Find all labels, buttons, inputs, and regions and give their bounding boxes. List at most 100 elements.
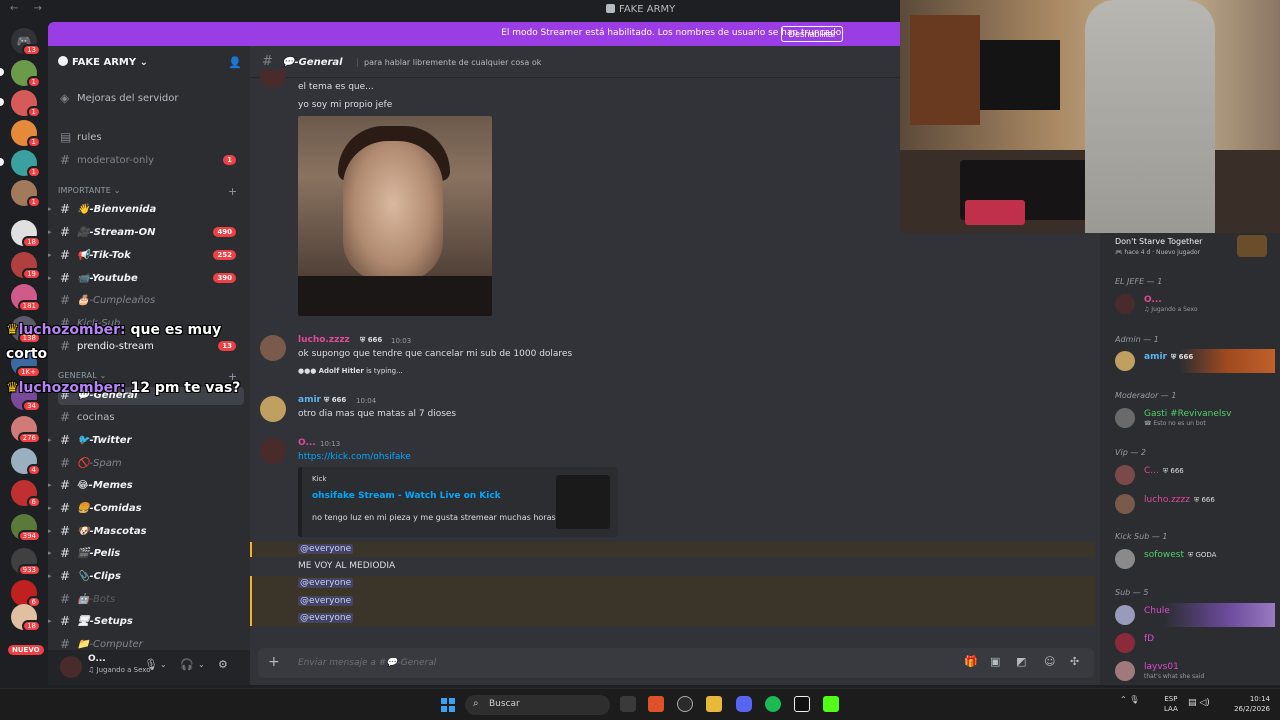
invite-people-icon[interactable]: 👤 bbox=[228, 56, 242, 69]
server-icon[interactable]: 1 bbox=[11, 120, 41, 148]
system-tray[interactable]: ⌃ 🎙 bbox=[1120, 695, 1139, 704]
server-icon[interactable]: 18 bbox=[11, 604, 41, 632]
embed-title[interactable]: ohsifake Stream - Watch Live on Kick bbox=[312, 491, 501, 501]
channel-bienvenida[interactable]: ▸ # 👋-Bienvenida bbox=[48, 201, 244, 219]
spotify-icon[interactable] bbox=[765, 696, 781, 712]
avatar[interactable] bbox=[260, 335, 286, 361]
everyone-mention[interactable]: @everyone bbox=[298, 596, 354, 606]
avatar[interactable] bbox=[260, 70, 286, 88]
server-icon[interactable]: 1 bbox=[11, 90, 41, 118]
channel-moderator-only[interactable]: # moderator-only 1 bbox=[58, 152, 244, 170]
member-item[interactable]: sofowest ⛨ GODA bbox=[1115, 547, 1275, 571]
member-item[interactable]: fD bbox=[1115, 631, 1275, 655]
discord-icon[interactable] bbox=[736, 696, 752, 712]
member-item[interactable]: lucho.zzzz ⛨ 666 bbox=[1115, 492, 1275, 516]
add-attachment-icon[interactable]: + bbox=[268, 654, 280, 670]
member-item[interactable]: amir ⛨ 666 bbox=[1115, 349, 1275, 373]
everyone-mention[interactable]: @everyone bbox=[298, 544, 354, 554]
server-icon[interactable]: 18 bbox=[11, 220, 41, 248]
app-icon[interactable] bbox=[794, 696, 810, 712]
chevron-down-icon[interactable]: ⌄ bbox=[198, 660, 205, 669]
nav-arrows[interactable]: ← → bbox=[10, 3, 48, 14]
server-icon[interactable]: 1 bbox=[11, 60, 41, 88]
microphone-icon[interactable]: 🎙 bbox=[144, 658, 158, 671]
server-icon[interactable]: 19 bbox=[11, 252, 41, 280]
category-general[interactable]: GENERAL ⌄ + bbox=[58, 370, 238, 383]
channel-cocinas[interactable]: # cocinas bbox=[58, 409, 244, 427]
taskbar-search[interactable]: ⌕ Buscar bbox=[465, 695, 610, 715]
channel-comidas[interactable]: ▸ # 🍔-Comidas bbox=[48, 500, 244, 518]
channel-twitter[interactable]: ▸ # 🐦-Twitter bbox=[48, 432, 244, 450]
kick-icon[interactable] bbox=[823, 696, 839, 712]
channel-tiktok[interactable]: ▸ # 📢-Tik-Tok 252 bbox=[48, 247, 244, 265]
windows-start-icon[interactable] bbox=[441, 698, 455, 712]
avatar[interactable] bbox=[260, 438, 286, 464]
server-icon[interactable]: 6 bbox=[11, 580, 41, 608]
add-channel-icon[interactable]: + bbox=[228, 185, 237, 198]
everyone-mention[interactable]: @everyone bbox=[298, 578, 354, 588]
message-link[interactable]: https://kick.com/ohsifake bbox=[298, 452, 411, 462]
direct-messages-icon[interactable]: 🎮 13 bbox=[11, 28, 41, 56]
emoji-icon[interactable]: ☺ bbox=[1044, 655, 1055, 668]
gear-icon[interactable]: ⚙ bbox=[218, 658, 228, 671]
message-author[interactable]: amir bbox=[298, 395, 321, 405]
channel-spam[interactable]: # 🚫-Spam bbox=[58, 455, 244, 473]
task-view-icon[interactable] bbox=[620, 696, 636, 712]
category-important[interactable]: IMPORTANTE ⌄ + bbox=[58, 185, 238, 198]
server-icon[interactable]: 181 bbox=[11, 284, 41, 312]
server-name-dropdown[interactable]: FAKE ARMY ⌄ bbox=[58, 56, 148, 68]
everyone-mention[interactable]: @everyone bbox=[298, 613, 354, 623]
chevron-down-icon[interactable]: ⌄ bbox=[160, 660, 167, 669]
gift-icon[interactable]: 🎁 bbox=[964, 655, 978, 668]
badge: 1 bbox=[26, 196, 41, 208]
headphones-icon[interactable]: 🎧 bbox=[180, 658, 194, 671]
channel-clips[interactable]: ▸ # 📎-Clips bbox=[48, 568, 244, 586]
member-item[interactable]: O... ♫ Jugando a Sexo bbox=[1115, 292, 1275, 316]
channel-memes[interactable]: ▸ # 😂-Memes bbox=[48, 477, 244, 495]
channel-rules[interactable]: ▤ rules bbox=[58, 129, 244, 147]
channel-computer[interactable]: # 📁-Computer bbox=[58, 636, 244, 650]
brave-browser-icon[interactable] bbox=[648, 696, 664, 712]
sticker-icon[interactable]: ◩ bbox=[1016, 655, 1026, 668]
apps-icon[interactable]: ✣ bbox=[1070, 655, 1079, 668]
server-icon[interactable]: 4 bbox=[11, 448, 41, 476]
channel-youtube[interactable]: ▸ # 📹-Youtube 390 bbox=[48, 270, 244, 288]
member-item[interactable]: layvs01 that's what she said bbox=[1115, 659, 1275, 683]
clock[interactable]: 10:14 26/2/2026 bbox=[1218, 694, 1270, 714]
member-item[interactable]: C... ⛨ 666 bbox=[1115, 463, 1275, 487]
server-icon[interactable]: 276 bbox=[11, 416, 41, 444]
gif-image[interactable] bbox=[298, 116, 492, 316]
member-item[interactable]: Gasti #Revivanelsv ☎ Esto no es un bot bbox=[1115, 406, 1275, 430]
chevron-right-icon: ▸ bbox=[48, 436, 52, 444]
avatar[interactable] bbox=[260, 396, 286, 422]
activity-card[interactable]: Don't Starve Together 🎮 hace 4 d · Nuevo… bbox=[1115, 235, 1275, 265]
embed-thumbnail[interactable] bbox=[556, 475, 610, 529]
channel-name: 📹-Youtube bbox=[77, 273, 138, 284]
file-explorer-icon[interactable] bbox=[706, 696, 722, 712]
app-icon[interactable] bbox=[677, 696, 693, 712]
channel-pelis[interactable]: ▸ # 🎬-Pelis bbox=[48, 545, 244, 563]
server-boost-item[interactable]: ◈ Mejoras del servidor bbox=[58, 90, 244, 108]
channel-bots[interactable]: # 🤖-Bots bbox=[58, 591, 244, 609]
server-icon[interactable]: 394 bbox=[11, 514, 41, 542]
disable-streamer-button[interactable]: Deshabilitar bbox=[781, 26, 843, 42]
avatar[interactable] bbox=[60, 656, 82, 678]
server-icon[interactable]: 1 bbox=[11, 180, 41, 208]
message-text: otro dia mas que matas al 7 dioses bbox=[298, 409, 457, 419]
message-input[interactable] bbox=[298, 654, 698, 672]
message-author[interactable]: O... bbox=[298, 438, 316, 448]
network-volume-icon[interactable]: ▤ ◁) bbox=[1188, 698, 1210, 708]
server-icon[interactable]: 1 bbox=[11, 150, 41, 178]
channel-stream-on[interactable]: ▸ # 🎥-Stream-ON 490 bbox=[48, 224, 244, 242]
channel-setups[interactable]: ▸ # 🖥-Setups bbox=[48, 613, 244, 631]
server-icon[interactable]: 933 bbox=[11, 548, 41, 576]
channel-mascotas[interactable]: ▸ # 🐶-Mascotas bbox=[48, 523, 244, 541]
message-author[interactable]: lucho.zzzz bbox=[298, 335, 350, 345]
member-item[interactable]: Chule bbox=[1115, 603, 1275, 627]
language-indicator[interactable]: ESP LAA bbox=[1164, 694, 1178, 714]
channel-cumpleanos[interactable]: # 🎂-Cumpleaños bbox=[58, 292, 244, 310]
chevron-right-icon: ▸ bbox=[48, 274, 52, 282]
channel-prendio-stream[interactable]: # prendio-stream 13 bbox=[58, 338, 244, 356]
server-icon[interactable]: 6 bbox=[11, 480, 41, 508]
gif-icon[interactable]: ▣ bbox=[990, 655, 1000, 668]
